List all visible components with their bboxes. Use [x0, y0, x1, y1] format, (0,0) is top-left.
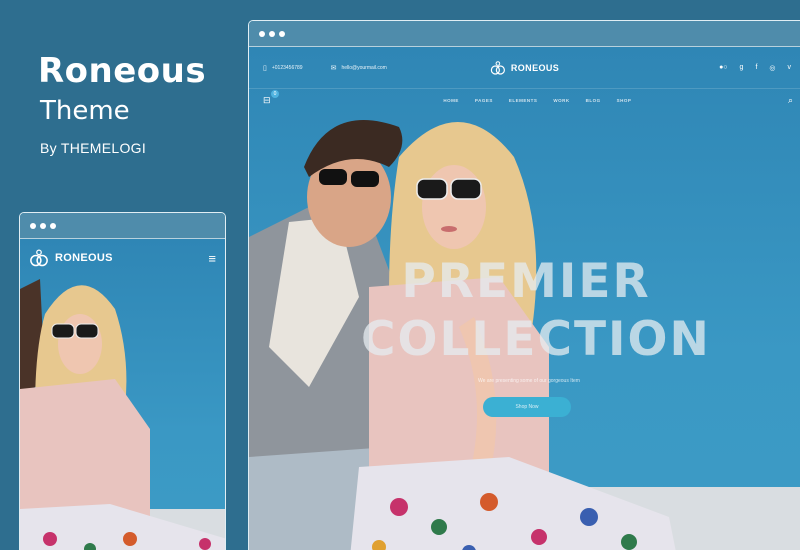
- nav-item-blog[interactable]: BLOG: [586, 98, 601, 103]
- rings-logo-icon: [490, 60, 505, 75]
- dribbble-icon[interactable]: ◎: [769, 64, 775, 72]
- nav-item-shop[interactable]: SHOP: [617, 98, 632, 103]
- nav-item-elements[interactable]: ELEMENTS: [509, 98, 538, 103]
- facebook-icon[interactable]: f: [755, 64, 757, 72]
- cart-count-badge: 0: [271, 89, 279, 98]
- window-dot-icon: [40, 222, 46, 229]
- mobile-hero-photo: [20, 239, 225, 550]
- contact-email[interactable]: ✉ hello@yourmail.com: [331, 64, 387, 72]
- nav-menu: HOME PAGES ELEMENTS WORK BLOG SHOP: [443, 98, 631, 103]
- site-topbar: ▯ +0123456789 ✉ hello@yourmail.com RONEO…: [249, 47, 800, 89]
- phone-icon: ▯: [263, 64, 267, 72]
- rings-logo-icon: [30, 249, 48, 267]
- window-titlebar: [20, 213, 225, 239]
- nav-item-home[interactable]: HOME: [443, 98, 459, 103]
- promo-title: Roneous: [38, 51, 207, 91]
- hero-title-line2: COLLECTION: [361, 312, 711, 367]
- hero-title-line1: PREMIER: [401, 254, 651, 309]
- email-text: hello@yourmail.com: [341, 64, 387, 71]
- nav-item-pages[interactable]: PAGES: [475, 98, 493, 103]
- brand-name: RONEOUS: [510, 62, 560, 73]
- phone-text: +0123456789: [271, 64, 303, 71]
- social-links: ●○ g f ◎ v: [719, 64, 793, 72]
- mail-icon: ✉: [330, 64, 337, 72]
- window-dot-icon: [259, 30, 265, 37]
- window-dot-icon: [279, 30, 285, 37]
- woman-photo-illustration: [20, 279, 225, 550]
- cart-button[interactable]: ⊟ 0: [263, 89, 279, 106]
- window-titlebar: [249, 21, 800, 47]
- nav-item-work[interactable]: WORK: [553, 98, 569, 103]
- window-dot-icon: [50, 222, 56, 229]
- flickr-icon[interactable]: ●○: [719, 64, 727, 72]
- hero-subtitle: We are presenting some of our gorgeous I…: [478, 378, 580, 384]
- mobile-window: RONEOUS ≡: [19, 212, 226, 550]
- site-logo[interactable]: RONEOUS: [490, 60, 560, 75]
- cart-icon: ⊟: [263, 94, 271, 105]
- hamburger-menu-icon[interactable]: ≡: [208, 251, 216, 266]
- promo-byline: By THEMELOGI: [40, 140, 147, 156]
- window-dot-icon: [269, 30, 275, 37]
- mobile-brand-name: RONEOUS: [55, 252, 113, 264]
- promo-subtitle: Theme: [40, 96, 130, 126]
- shop-now-label: Shop Now: [515, 404, 539, 410]
- mobile-header: RONEOUS ≡: [20, 239, 225, 277]
- mobile-logo[interactable]: RONEOUS: [29, 249, 113, 267]
- main-nav: ⊟ 0 HOME PAGES ELEMENTS WORK BLOG SHOP ⌕: [249, 89, 800, 111]
- hero-title: PREMIER COLLECTION: [361, 253, 711, 369]
- vimeo-icon[interactable]: v: [788, 64, 792, 72]
- window-dot-icon: [30, 222, 36, 229]
- contact-phone[interactable]: ▯ +0123456789: [263, 64, 303, 72]
- desktop-window: ▯ +0123456789 ✉ hello@yourmail.com RONEO…: [248, 20, 800, 550]
- shop-now-button[interactable]: Shop Now: [483, 397, 571, 417]
- search-icon[interactable]: ⌕: [788, 95, 793, 106]
- google-plus-icon[interactable]: g: [740, 64, 744, 72]
- promo-block: Roneous Theme By THEMELOGI: [38, 52, 206, 156]
